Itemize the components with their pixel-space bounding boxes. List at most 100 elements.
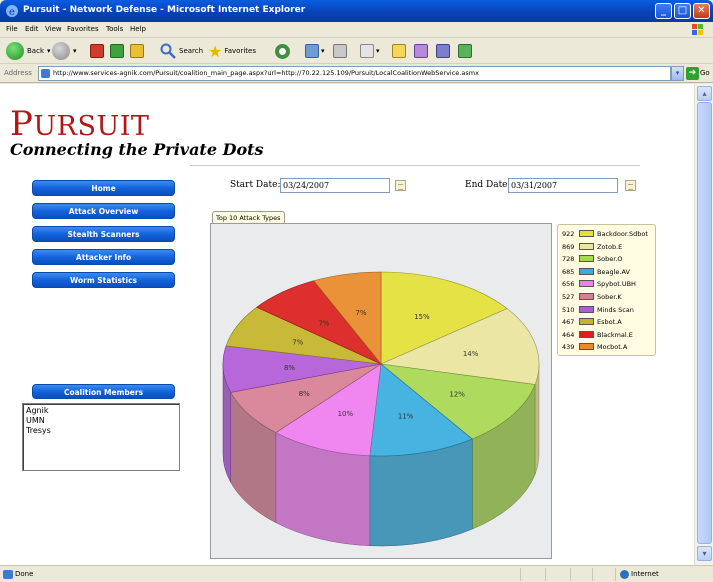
- print-button[interactable]: [333, 41, 347, 61]
- history-icon: [275, 43, 290, 59]
- legend-item: 728 Sober.O: [562, 254, 623, 264]
- research-button[interactable]: [414, 41, 428, 61]
- home-icon: [130, 44, 144, 58]
- discuss-button[interactable]: [392, 41, 406, 61]
- svg-text:e: e: [9, 7, 15, 18]
- back-arrow-icon: [6, 42, 24, 60]
- nav-attacker-info-button[interactable]: Attacker Info: [32, 249, 175, 265]
- legend-item: 510 Minds Scan: [562, 305, 634, 315]
- vertical-scrollbar[interactable]: ▴ ▾: [694, 84, 713, 565]
- start-date-input[interactable]: 03/24/2007: [280, 178, 390, 193]
- favorites-button[interactable]: ★ Favorites: [208, 41, 256, 61]
- back-button[interactable]: Back ▾: [6, 41, 51, 61]
- legend-item: 439 Mocbot.A: [562, 342, 627, 352]
- title-bar: e Pursuit - Network Defense - Microsoft …: [0, 0, 713, 22]
- mail-button[interactable]: ▾: [305, 41, 325, 61]
- windows-logo-icon: [692, 24, 703, 35]
- address-label: Address: [4, 69, 32, 77]
- menu-favorites[interactable]: Favorites: [67, 25, 99, 33]
- address-input[interactable]: http://www.services-agnik.com/Pursuit/co…: [38, 66, 671, 81]
- start-calendar-icon[interactable]: [395, 180, 406, 191]
- search-button[interactable]: Search: [160, 41, 203, 61]
- edit-button[interactable]: ▾: [360, 41, 380, 61]
- close-button[interactable]: ✕: [693, 3, 710, 19]
- chart-legend: 922 Backdoor.Sdbot 869 Zotob.E 728 Sober.O 685…: [557, 224, 656, 356]
- start-date-label: Start Date:: [230, 180, 281, 190]
- legend-swatch: [579, 343, 594, 351]
- legend-count: 728: [562, 255, 575, 264]
- pie-percent-label: 11%: [398, 412, 414, 420]
- menu-file[interactable]: File: [6, 25, 18, 33]
- ie-logo-icon: e: [6, 5, 18, 18]
- minimize-button[interactable]: _: [655, 3, 672, 19]
- legend-item: 656 Spybot.UBH: [562, 279, 636, 289]
- contacts-button[interactable]: [458, 41, 472, 61]
- nav-worm-statistics-button[interactable]: Worm Statistics: [32, 272, 175, 288]
- favorites-label: Favorites: [224, 47, 256, 55]
- back-dropdown-icon: ▾: [47, 47, 51, 55]
- coalition-member[interactable]: UMN: [26, 416, 176, 426]
- legend-swatch: [579, 242, 594, 250]
- status-divider: [570, 568, 571, 581]
- go-button[interactable]: Go: [700, 69, 710, 77]
- legend-count: 464: [562, 330, 575, 339]
- maximize-button[interactable]: □: [674, 3, 691, 19]
- nav-stealth-scanners-button[interactable]: Stealth Scanners: [32, 226, 175, 242]
- end-date-input[interactable]: 03/31/2007: [508, 178, 618, 193]
- address-bar: Address http://www.services-agnik.com/Pu…: [0, 64, 713, 83]
- menu-tools[interactable]: Tools: [106, 25, 123, 33]
- status-divider: [545, 568, 546, 581]
- menu-view[interactable]: View: [45, 25, 62, 33]
- legend-swatch: [579, 318, 594, 326]
- address-dropdown-button[interactable]: ▾: [671, 66, 684, 81]
- menu-edit[interactable]: Edit: [25, 25, 39, 33]
- legend-label: Backdoor.Sdbot: [597, 230, 648, 238]
- legend-label: Sober.O: [597, 255, 623, 264]
- scroll-thumb[interactable]: [697, 102, 712, 544]
- legend-count: 467: [562, 318, 575, 327]
- legend-label: Sober.K: [597, 293, 622, 301]
- scroll-down-button[interactable]: ▾: [697, 546, 712, 561]
- go-arrow-icon[interactable]: ➔: [686, 67, 699, 80]
- page-viewport: PURSUIT Connecting the Private Dots Home…: [0, 84, 694, 565]
- forward-arrow-icon: [52, 42, 70, 60]
- messenger-button[interactable]: [436, 41, 450, 61]
- window-title: Pursuit - Network Defense - Microsoft In…: [23, 5, 306, 15]
- coalition-member[interactable]: Agnik: [26, 406, 176, 416]
- legend-count: 922: [562, 230, 575, 238]
- legend-item: 869 Zotob.E: [562, 242, 622, 252]
- messenger-icon: [436, 44, 450, 58]
- stop-button[interactable]: [90, 41, 104, 61]
- pie-percent-label: 15%: [414, 313, 430, 321]
- nav-home-button[interactable]: Home: [32, 180, 175, 196]
- back-label: Back: [27, 47, 44, 55]
- legend-label: Minds Scan: [597, 305, 634, 314]
- pie-percent-label: 12%: [449, 391, 465, 399]
- page-done-icon: [3, 570, 13, 579]
- coalition-members-list[interactable]: Agnik UMN Tresys: [22, 403, 180, 471]
- legend-count: 656: [562, 280, 575, 289]
- refresh-button[interactable]: [110, 41, 124, 61]
- coalition-members-button[interactable]: Coalition Members: [32, 384, 175, 399]
- status-divider: [520, 568, 521, 581]
- pie-percent-label: 14%: [463, 350, 479, 358]
- history-button[interactable]: [275, 41, 293, 61]
- legend-label: Zotob.E: [597, 242, 623, 251]
- end-calendar-icon[interactable]: [625, 180, 636, 191]
- legend-count: 439: [562, 343, 575, 352]
- forward-button[interactable]: ▾: [52, 41, 77, 61]
- pie-percent-label: 7%: [355, 309, 366, 317]
- home-button[interactable]: [130, 41, 144, 61]
- legend-swatch: [579, 280, 594, 288]
- pie-percent-label: 8%: [299, 390, 310, 398]
- menu-help[interactable]: Help: [130, 25, 146, 33]
- coalition-member[interactable]: Tresys: [26, 426, 176, 436]
- legend-label: Esbot.A: [597, 318, 622, 327]
- legend-swatch: [579, 230, 594, 237]
- legend-label: Beagle.AV: [597, 267, 630, 276]
- end-date-label: End Date:: [465, 180, 511, 190]
- nav-attack-overview-button[interactable]: Attack Overview: [32, 203, 175, 219]
- scroll-up-button[interactable]: ▴: [697, 86, 712, 101]
- search-label: Search: [179, 47, 204, 55]
- contacts-icon: [458, 44, 472, 58]
